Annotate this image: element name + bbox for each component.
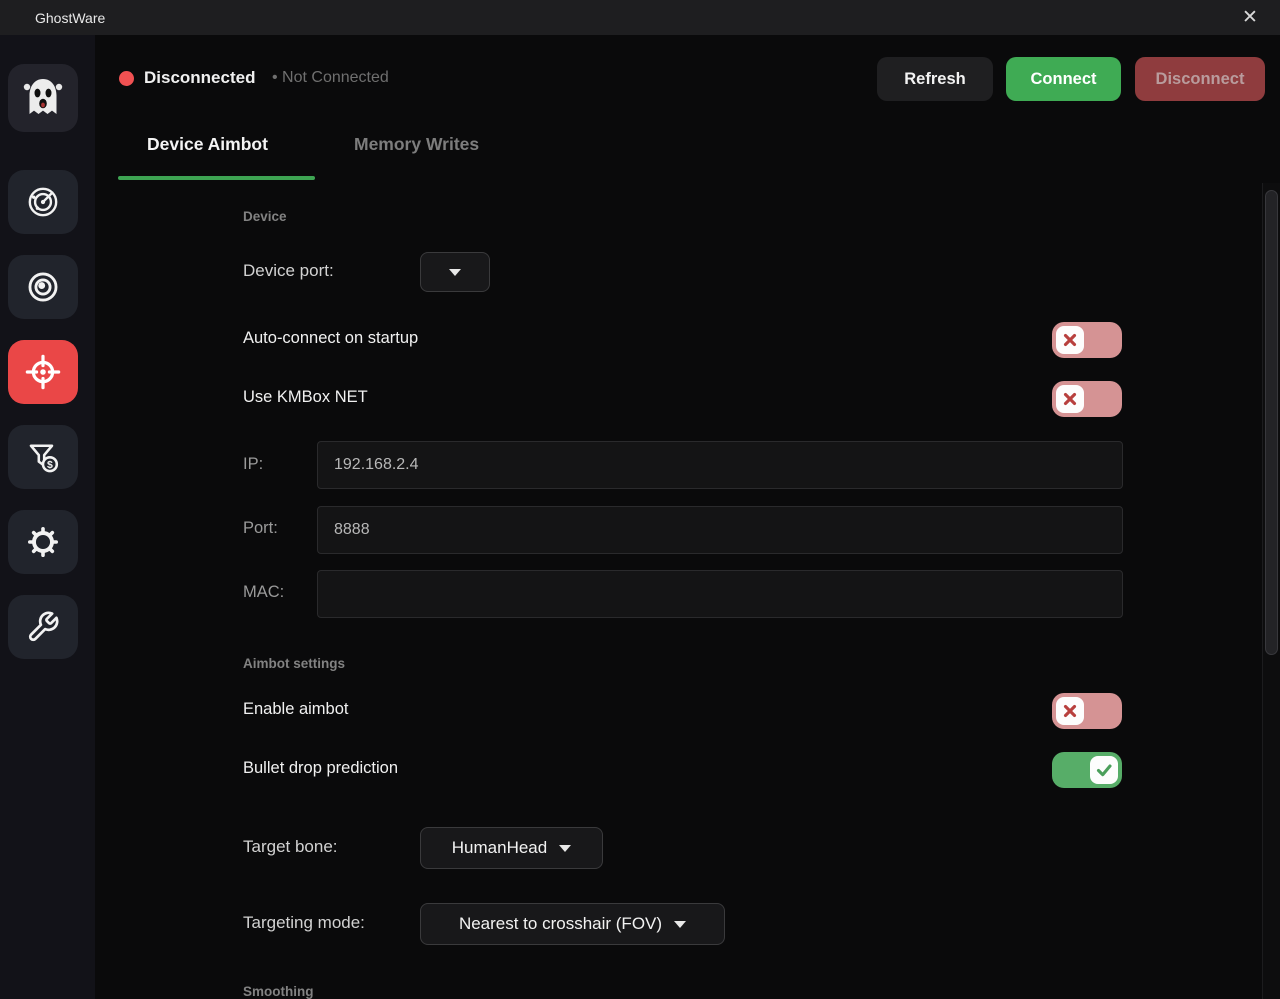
radar-icon: [26, 185, 60, 219]
window-title: GhostWare: [35, 10, 105, 26]
connection-hint: • Not Connected: [272, 69, 389, 87]
disconnect-button[interactable]: Disconnect: [1135, 57, 1265, 101]
target-bone-value: HumanHead: [452, 838, 547, 858]
x-icon: [1056, 385, 1084, 413]
sidebar-item-aimbot[interactable]: [8, 340, 78, 404]
eye-icon: [26, 270, 60, 304]
sidebar-item-vision[interactable]: [8, 255, 78, 319]
x-icon: [1056, 326, 1084, 354]
targeting-mode-label: Targeting mode:: [243, 913, 365, 933]
close-icon[interactable]: ✕: [1232, 0, 1268, 35]
port-input[interactable]: [317, 506, 1123, 554]
active-tab-indicator: [118, 176, 315, 180]
sidebar-item-radar[interactable]: [8, 170, 78, 234]
scrollbar-track[interactable]: [1262, 183, 1280, 999]
tab-device-aimbot[interactable]: Device Aimbot: [147, 134, 268, 155]
target-bone-select[interactable]: HumanHead: [420, 827, 603, 869]
status-dot: [119, 71, 134, 86]
ghost-icon: [19, 74, 67, 122]
smoothing-section-title: Smoothing: [243, 984, 314, 999]
chevron-down-icon: [449, 269, 461, 276]
mac-input[interactable]: [317, 570, 1123, 618]
sidebar: $: [0, 35, 95, 999]
filter-dollar-icon: $: [25, 439, 61, 475]
port-label: Port:: [243, 519, 278, 538]
refresh-button[interactable]: Refresh: [877, 57, 993, 101]
toggle-knob: [1056, 326, 1084, 354]
tab-memory-writes[interactable]: Memory Writes: [354, 134, 479, 155]
sidebar-item-settings[interactable]: [8, 510, 78, 574]
aimbot-section-title: Aimbot settings: [243, 656, 345, 671]
gear-icon: [25, 524, 61, 560]
enable-aimbot-label: Enable aimbot: [243, 700, 349, 719]
enable-aimbot-toggle[interactable]: [1052, 693, 1122, 729]
toggle-knob: [1090, 756, 1118, 784]
bullet-drop-toggle[interactable]: [1052, 752, 1122, 788]
connect-button[interactable]: Connect: [1006, 57, 1121, 101]
targeting-mode-value: Nearest to crosshair (FOV): [459, 914, 662, 934]
device-port-label: Device port:: [243, 261, 334, 281]
sidebar-item-ghost-logo[interactable]: [8, 64, 78, 132]
ghostware-window: GhostWare ✕: [0, 0, 1280, 999]
autoconnect-label: Auto-connect on startup: [243, 329, 418, 348]
toggle-knob: [1056, 385, 1084, 413]
svg-text:$: $: [47, 459, 53, 471]
title-bar: GhostWare ✕: [0, 0, 1280, 35]
ip-input[interactable]: [317, 441, 1123, 489]
bullet-drop-label: Bullet drop prediction: [243, 759, 398, 778]
toggle-knob: [1056, 697, 1084, 725]
scrollbar-thumb[interactable]: [1265, 190, 1278, 655]
check-icon: [1090, 756, 1118, 784]
x-icon: [1056, 697, 1084, 725]
chevron-down-icon: [559, 845, 571, 852]
autoconnect-toggle[interactable]: [1052, 322, 1122, 358]
device-port-select[interactable]: [420, 252, 490, 292]
kmbox-toggle[interactable]: [1052, 381, 1122, 417]
mac-label: MAC:: [243, 583, 284, 602]
device-section-title: Device: [243, 209, 287, 224]
ip-label: IP:: [243, 455, 263, 474]
target-bone-label: Target bone:: [243, 837, 338, 857]
crosshair-icon: [24, 353, 62, 391]
wrench-icon: [26, 610, 60, 644]
kmbox-label: Use KMBox NET: [243, 388, 368, 407]
sidebar-item-loot-filter[interactable]: $: [8, 425, 78, 489]
connection-status: Disconnected: [144, 68, 255, 88]
sidebar-item-tools[interactable]: [8, 595, 78, 659]
chevron-down-icon: [674, 921, 686, 928]
targeting-mode-select[interactable]: Nearest to crosshair (FOV): [420, 903, 725, 945]
